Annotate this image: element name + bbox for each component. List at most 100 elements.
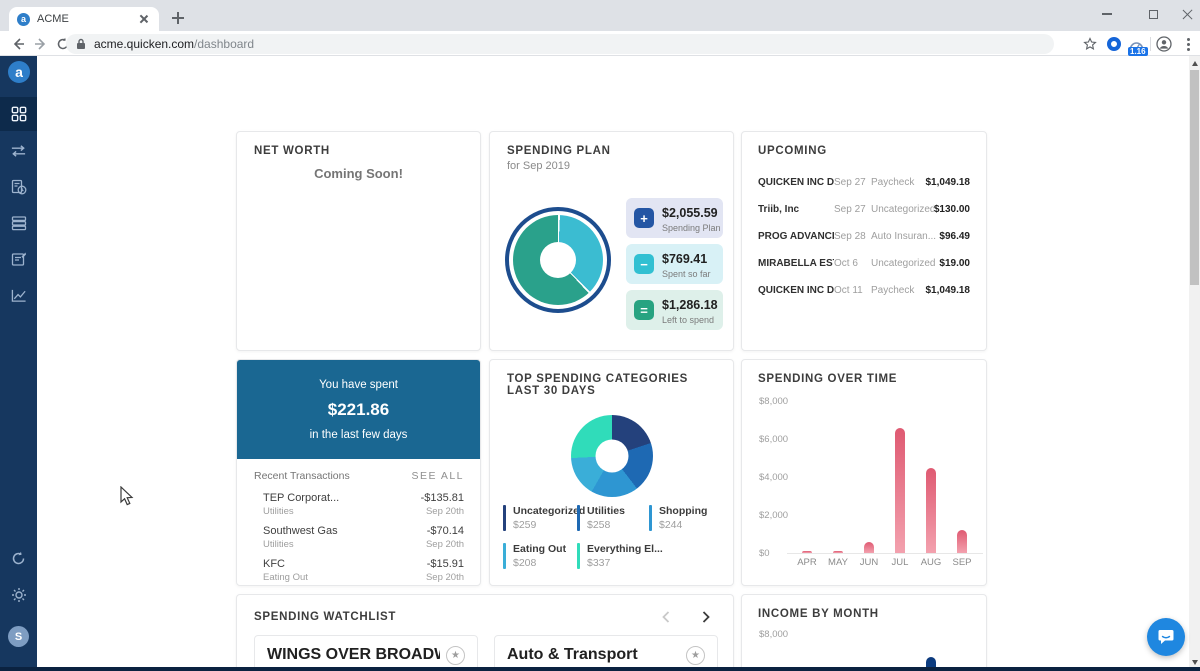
upcoming-row[interactable]: QUICKEN INC DES...Oct 11Paycheck$1,049.1… <box>758 277 970 304</box>
gauge-extension-icon[interactable]: 1.16 <box>1126 34 1146 54</box>
y-tick-label: $6,000 <box>759 434 788 445</box>
y-tick-label: $8,000 <box>759 396 788 407</box>
amount: $1,049.18 <box>926 177 971 188</box>
browser-toolbar: acme.quicken.com/dashboard 1.16 <box>0 31 1200 56</box>
equals-icon: = <box>634 300 654 320</box>
stat-value: $2,055.59 <box>662 206 718 220</box>
forward-arrow-icon <box>34 37 48 51</box>
date: Sep 28 <box>834 231 871 242</box>
plus-icon: + <box>634 208 654 228</box>
date: Sep 27 <box>834 204 871 215</box>
watchlist-prev-button[interactable] <box>656 607 676 627</box>
browser-menu-button[interactable] <box>1178 34 1198 54</box>
payee: QUICKEN INC DES... <box>758 177 834 188</box>
upcoming-row[interactable]: Triib, IncSep 27Uncategorized$130.00 <box>758 196 970 223</box>
back-button[interactable] <box>8 34 28 54</box>
favorite-star-button[interactable]: ★ <box>446 646 465 665</box>
page-scrollbar[interactable] <box>1189 56 1200 671</box>
legend-color-bar <box>503 505 506 531</box>
upcoming-row[interactable]: PROG ADVANCEDSep 28Auto Insuran...$96.49 <box>758 223 970 250</box>
sidebar-item-reports[interactable] <box>0 278 37 312</box>
scroll-up-button[interactable] <box>1189 57 1200 69</box>
date: Oct 11 <box>834 285 871 296</box>
sidebar-item-accounts[interactable] <box>0 206 37 240</box>
payee: Triib, Inc <box>758 204 834 215</box>
spending-watchlist-card: SPENDING WATCHLIST WINGS OVER BROADW... … <box>236 594 734 671</box>
coming-soon-text: Coming Soon! <box>254 166 463 181</box>
window-minimize-button[interactable] <box>1090 0 1124 28</box>
upcoming-card: UPCOMING QUICKEN INC DES...Sep 27Paychec… <box>741 131 987 351</box>
gear-icon <box>11 587 27 603</box>
acme-logo: a <box>8 61 30 83</box>
y-tick-label: $0 <box>759 548 770 559</box>
chat-launcher-button[interactable] <box>1147 618 1185 656</box>
blue-ring-icon <box>1107 37 1121 51</box>
close-icon <box>1182 9 1193 20</box>
y-tick-label: $2,000 <box>759 510 788 521</box>
tab-close-icon[interactable] <box>137 12 151 26</box>
date: Sep 27 <box>834 177 871 188</box>
x-tick-label: APR <box>792 557 822 568</box>
spent-line-bottom: in the last few days <box>310 429 408 441</box>
x-tick-label: AUG <box>916 557 946 568</box>
legend-label: Shopping <box>659 505 707 517</box>
x-axis-labels: APRMAYJUNJULAUGSEP <box>791 557 981 569</box>
transaction-row[interactable]: KFCEating Out -$15.91Sep 20th <box>237 554 480 586</box>
sidebar-item-bills[interactable] <box>0 170 37 204</box>
watchlist-title: SPENDING WATCHLIST <box>254 611 656 623</box>
net-worth-title: NET WORTH <box>254 145 463 157</box>
app-sidebar: a S <box>0 56 37 671</box>
browser-tab[interactable]: a ACME <box>9 7 159 31</box>
sidebar-item-budgets[interactable] <box>0 242 37 276</box>
settings-button[interactable] <box>0 578 37 612</box>
sidebar-item-dashboard[interactable] <box>0 97 37 131</box>
legend-eating-out: Eating Out$208 <box>503 543 566 569</box>
legend-label: Everything El... <box>587 543 663 555</box>
window-close-button[interactable] <box>1170 0 1200 28</box>
bar-aug <box>926 468 936 554</box>
date: Sep 20th <box>426 539 464 550</box>
dashboard-grid-icon <box>11 106 27 122</box>
arrow-down-icon <box>1192 660 1198 665</box>
watchlist-next-button[interactable] <box>696 607 716 627</box>
spent-line-top: You have spent <box>319 379 398 391</box>
watchlist-item-wings[interactable]: WINGS OVER BROADW... ★ 3 MONTH$11 YEAR T… <box>254 635 478 671</box>
watchlist-item-auto-transport[interactable]: Auto & Transport ★ 3 MONTH$241 YEAR TO D… <box>494 635 718 671</box>
url-domain: acme.quicken.com <box>94 37 194 51</box>
category: Uncategorized <box>871 204 934 215</box>
address-bar[interactable]: acme.quicken.com/dashboard <box>66 34 1054 54</box>
amount: $130.00 <box>934 204 970 215</box>
transaction-row[interactable]: Southwest GasUtilities -$70.14Sep 20th <box>237 521 480 554</box>
legend-uncategorized: Uncategorized$259 <box>503 505 585 531</box>
user-avatar[interactable]: S <box>8 626 29 647</box>
forward-button[interactable] <box>31 34 51 54</box>
kebab-menu-icon <box>1187 38 1190 51</box>
category: Utilities <box>263 506 339 517</box>
url-path: /dashboard <box>194 37 254 51</box>
spending-plan-title: SPENDING PLAN <box>507 145 716 157</box>
okta-extension-icon[interactable] <box>1104 34 1124 54</box>
bar-jul <box>895 428 905 553</box>
new-tab-button[interactable] <box>170 10 186 26</box>
bookmark-star-button[interactable] <box>1080 34 1100 54</box>
browser-profile-button[interactable] <box>1154 34 1174 54</box>
url-text: acme.quicken.com/dashboard <box>94 37 254 51</box>
favorite-star-button[interactable]: ★ <box>686 646 705 665</box>
x-tick-label: JUL <box>885 557 915 568</box>
bar-sep <box>957 530 967 553</box>
see-all-link[interactable]: SEE ALL <box>411 470 464 482</box>
window-maximize-button[interactable] <box>1136 0 1170 28</box>
scrollbar-thumb[interactable] <box>1190 70 1199 285</box>
upcoming-row[interactable]: QUICKEN INC DES...Sep 27Paycheck$1,049.1… <box>758 169 970 196</box>
stat-label: Left to spend <box>662 315 718 325</box>
categories-donut-chart <box>571 415 653 497</box>
legend-value: $259 <box>513 519 585 531</box>
upcoming-row[interactable]: MIRABELLA ESTA...Oct 6Uncategorized$19.0… <box>758 250 970 277</box>
sync-refresh-button[interactable] <box>0 541 37 575</box>
date: Sep 20th <box>426 572 464 583</box>
transfer-arrows-icon <box>10 144 27 158</box>
income-bar-chart <box>791 634 976 671</box>
sidebar-item-transactions[interactable] <box>0 134 37 168</box>
minus-icon: − <box>634 254 654 274</box>
transaction-row[interactable]: TEP Corporat...Utilities -$135.81Sep 20t… <box>237 488 480 521</box>
